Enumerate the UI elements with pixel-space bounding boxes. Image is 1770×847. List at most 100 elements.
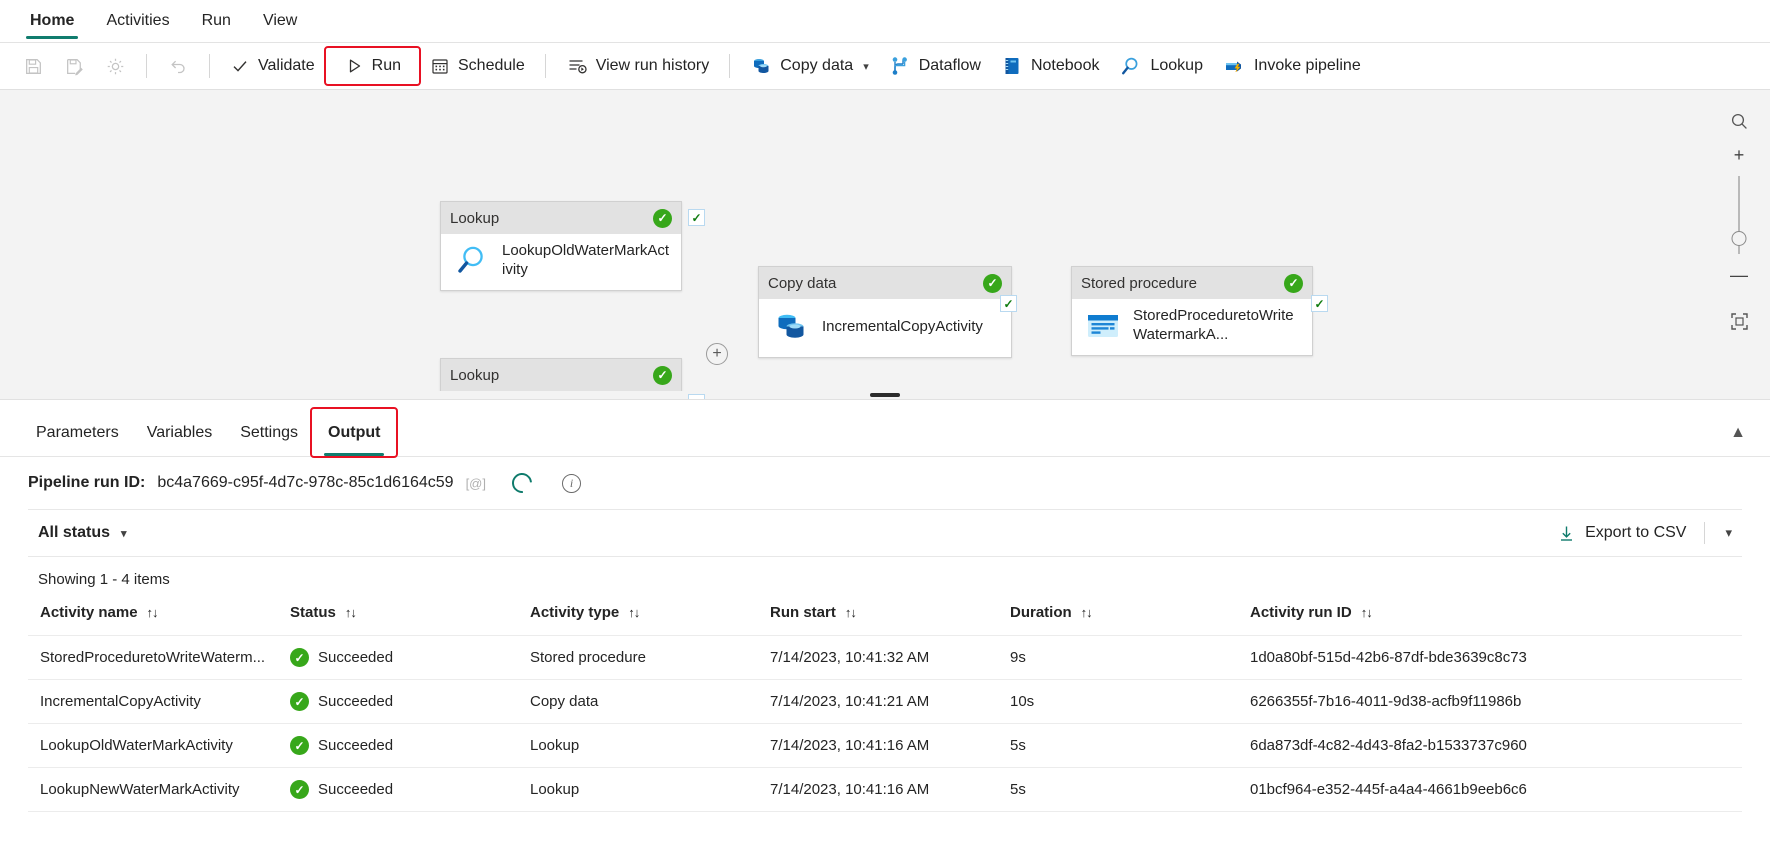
notebook-button[interactable]: Notebook: [992, 49, 1109, 83]
column-header-duration[interactable]: Duration ↑↓: [998, 598, 1238, 636]
schedule-button[interactable]: Schedule: [421, 49, 534, 83]
cell-activity-type: Lookup: [518, 767, 758, 812]
add-activity-button[interactable]: +: [706, 343, 728, 365]
pipeline-run-id-label: Pipeline run ID:: [28, 474, 146, 491]
column-header-activity-name[interactable]: Activity name ↑↓: [28, 598, 278, 636]
activity-node-name: LookupOldWaterMarkActivity: [502, 242, 670, 278]
save-button[interactable]: [14, 49, 53, 83]
status-success-icon: ✓: [653, 208, 672, 228]
zoom-out-button[interactable]: —: [1722, 258, 1756, 292]
copy-data-icon: [750, 55, 772, 77]
schedule-label: Schedule: [458, 57, 525, 74]
sort-icon[interactable]: ↑↓: [628, 605, 640, 620]
tab-output[interactable]: Output: [310, 407, 399, 458]
status-success-icon: ✓: [290, 736, 309, 755]
chevron-down-icon: ▾: [121, 527, 127, 540]
splitter-grip[interactable]: [870, 393, 900, 397]
copy-badge[interactable]: [@]: [466, 476, 486, 491]
ribbon-tab-run-label: Run: [201, 12, 231, 29]
status-filter-dropdown[interactable]: All status ▾: [28, 520, 137, 546]
activity-output-port[interactable]: ✓: [688, 209, 705, 226]
fit-to-screen-button[interactable]: [1722, 304, 1756, 338]
panel-splitter[interactable]: [0, 391, 1770, 400]
cell-duration: 9s: [998, 635, 1238, 680]
status-label: Succeeded: [318, 737, 394, 754]
chevron-down-icon[interactable]: ▾: [1715, 521, 1742, 545]
tab-parameters-label: Parameters: [36, 423, 119, 441]
copy-data-button[interactable]: Copy data ▾: [741, 49, 877, 83]
dataflow-button[interactable]: Dataflow: [880, 49, 990, 83]
cell-duration: 5s: [998, 723, 1238, 768]
save-as-button[interactable]: [55, 49, 94, 83]
gear-icon: [105, 56, 126, 77]
zoom-slider-thumb[interactable]: [1731, 231, 1747, 246]
cell-status: ✓ Succeeded: [278, 635, 518, 680]
tab-variables[interactable]: Variables: [133, 409, 227, 456]
cell-status: ✓ Succeeded: [278, 767, 518, 812]
search-icon[interactable]: [1722, 104, 1756, 138]
run-label: Run: [371, 57, 401, 74]
chevron-up-icon[interactable]: ▲: [1730, 424, 1746, 442]
column-header-activity-run-id[interactable]: Activity run ID ↑↓: [1238, 598, 1742, 636]
settings-button[interactable]: [96, 49, 135, 83]
ribbon-tab-view[interactable]: View: [247, 0, 313, 42]
bottom-panel: Parameters Variables Settings Output ▲ P…: [0, 407, 1770, 812]
chevron-down-icon[interactable]: ▾: [863, 60, 869, 73]
table-row[interactable]: LookupOldWaterMarkActivity ✓ Succeeded Lo…: [28, 723, 1742, 768]
validate-button[interactable]: Validate: [221, 49, 324, 83]
toolbar-divider-4: [729, 54, 731, 78]
tab-settings[interactable]: Settings: [226, 409, 312, 456]
ribbon-tab-home[interactable]: Home: [14, 0, 90, 42]
lookup-button[interactable]: Lookup: [1110, 49, 1212, 83]
zoom-slider[interactable]: [1731, 176, 1747, 254]
activity-node-stored-procedure[interactable]: Stored procedure ✓ StoredProceduretoWrit…: [1071, 266, 1313, 356]
view-run-history-button[interactable]: View run history: [557, 49, 719, 83]
invoke-pipeline-button[interactable]: Invoke pipeline: [1214, 49, 1370, 83]
sort-icon[interactable]: ↑↓: [1361, 605, 1373, 620]
ribbon-tab-activities[interactable]: Activities: [90, 0, 185, 42]
info-icon[interactable]: i: [561, 473, 581, 493]
toolbar-divider-1: [146, 54, 147, 78]
sort-icon[interactable]: ↑↓: [845, 605, 857, 620]
output-filter-row: All status ▾ Export to CSV ▾: [28, 509, 1742, 557]
cell-status: ✓ Succeeded: [278, 723, 518, 768]
export-to-csv-button[interactable]: Export to CSV: [1549, 520, 1694, 547]
activity-output-port[interactable]: ✓: [1000, 295, 1017, 312]
sort-icon[interactable]: ↑↓: [1081, 605, 1093, 620]
activity-node-copy-data[interactable]: Copy data ✓ IncrementalCopyActivity: [758, 266, 1012, 358]
zoom-in-button[interactable]: +: [1722, 138, 1756, 172]
column-header-run-start[interactable]: Run start ↑↓: [758, 598, 998, 636]
notebook-icon: [1001, 55, 1023, 77]
table-row[interactable]: LookupNewWaterMarkActivity ✓ Succeeded Lo…: [28, 767, 1742, 812]
zoom-in-label: +: [1733, 144, 1745, 165]
column-label: Status: [290, 604, 336, 621]
activity-node-lookup-old[interactable]: Lookup ✓ LookupOldWaterMarkActivity: [440, 201, 682, 291]
sort-icon[interactable]: ↑↓: [345, 605, 357, 620]
cell-activity-type: Copy data: [518, 679, 758, 724]
refresh-icon[interactable]: [507, 468, 537, 498]
run-button[interactable]: Run: [323, 46, 422, 86]
table-row[interactable]: IncrementalCopyActivity ✓ Succeeded Copy …: [28, 679, 1742, 724]
column-header-status[interactable]: Status ↑↓: [278, 598, 518, 636]
activity-node-body: IncrementalCopyActivity: [759, 299, 1011, 357]
activity-node-type: Lookup: [450, 366, 500, 384]
export-controls: Export to CSV ▾: [1549, 520, 1742, 547]
column-header-activity-type[interactable]: Activity type ↑↓: [518, 598, 758, 636]
ribbon-tab-run[interactable]: Run: [186, 0, 247, 42]
sort-icon[interactable]: ↑↓: [147, 605, 159, 620]
cell-activity-run-id: 6266355f-7b16-4011-9d38-acfb9f11986b: [1238, 679, 1742, 724]
run-history-icon: [566, 55, 588, 77]
cell-duration: 10s: [998, 679, 1238, 724]
cell-activity-name: IncrementalCopyActivity: [28, 679, 278, 724]
status-filter-label: All status: [38, 524, 111, 541]
pipeline-canvas[interactable]: Lookup ✓ LookupOldWaterMarkActivity ✓ Lo…: [0, 90, 1770, 400]
ribbon-tab-activities-label: Activities: [106, 12, 170, 29]
tab-parameters[interactable]: Parameters: [22, 409, 133, 456]
undo-button[interactable]: [158, 49, 198, 83]
activity-output-port[interactable]: ✓: [1311, 295, 1328, 312]
pipeline-run-id-value: bc4a7669-c95f-4d7c-978c-85c1d6164c59: [157, 474, 454, 491]
calendar-icon: [430, 56, 450, 76]
status-label: Succeeded: [318, 781, 394, 798]
undo-icon: [167, 55, 189, 77]
table-row[interactable]: StoredProceduretoWriteWaterm... ✓ Succeed…: [28, 635, 1742, 680]
